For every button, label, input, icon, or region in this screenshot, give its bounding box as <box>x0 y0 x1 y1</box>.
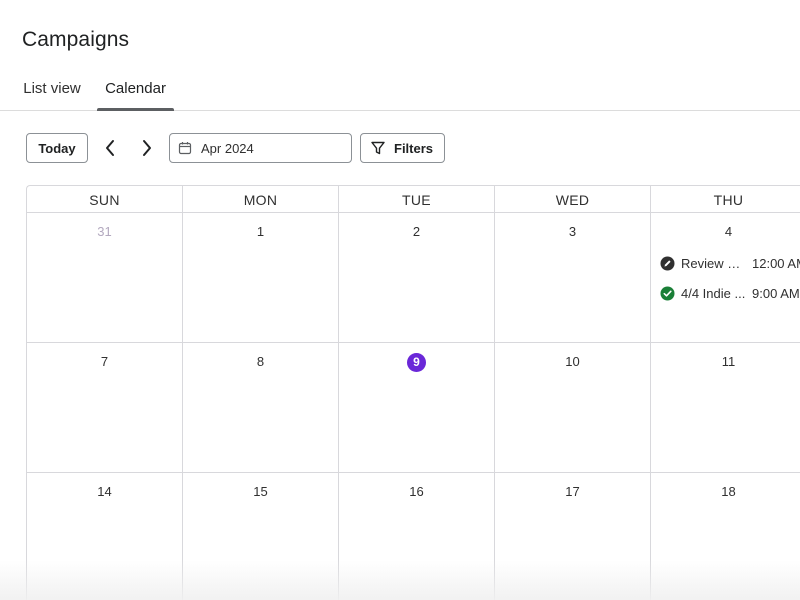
event-title: Review R... <box>681 255 747 271</box>
event-title: 4/4 Indie ... <box>681 285 746 301</box>
event-time: 12:00 AM <box>752 255 800 271</box>
today-indicator: 9 <box>407 353 426 372</box>
month-calendar-grid: SUN MON TUE WED THU 31 1 2 3 4 Review R.… <box>26 185 800 600</box>
day-number: 3 <box>568 224 577 239</box>
month-picker-field[interactable]: Apr 2024 <box>169 133 352 163</box>
day-number: 15 <box>253 484 268 499</box>
day-number: 17 <box>565 484 580 499</box>
chevron-left-icon <box>106 140 114 156</box>
calendar-day-cell[interactable]: 8 <box>183 343 339 472</box>
calendar-icon <box>178 141 192 155</box>
day-number-wrapper: 9 <box>339 352 494 372</box>
day-number: 1 <box>256 224 265 239</box>
calendar-day-cell-today[interactable]: 9 <box>339 343 495 472</box>
pencil-icon <box>660 256 675 271</box>
weekday-header: THU <box>651 186 800 213</box>
calendar-day-cell[interactable]: 10 <box>495 343 651 472</box>
calendar-day-cell[interactable]: 16 <box>339 473 495 600</box>
filter-icon <box>370 140 386 156</box>
calendar-day-cell[interactable]: 18 <box>651 473 800 600</box>
view-tabs: List view Calendar <box>0 66 800 111</box>
weekday-header: TUE <box>339 186 495 213</box>
weekday-header: SUN <box>27 186 183 213</box>
day-number: 4 <box>724 224 733 239</box>
calendar-day-cell[interactable]: 4 Review R... 12:00 AM <box>651 213 800 342</box>
calendar-day-cell[interactable]: 1 <box>183 213 339 342</box>
event-time: 9:00 AM <box>752 285 800 301</box>
day-number: 16 <box>409 484 424 499</box>
calendar-week-row: 31 1 2 3 4 Review R... 12:00 AM <box>27 213 800 343</box>
day-number: 7 <box>100 354 109 369</box>
next-month-button[interactable] <box>135 136 159 160</box>
day-number: 11 <box>721 354 736 369</box>
weekday-header: WED <box>495 186 651 213</box>
filters-button[interactable]: Filters <box>360 133 445 163</box>
calendar-week-row: 14 15 16 17 18 <box>27 473 800 600</box>
page-title: Campaigns <box>22 28 130 51</box>
day-number: 31 <box>97 224 112 239</box>
today-button[interactable]: Today <box>26 133 88 163</box>
calendar-day-cell[interactable]: 14 <box>27 473 183 600</box>
campaign-event-draft[interactable]: Review R... 12:00 AM <box>660 254 800 272</box>
calendar-day-cell[interactable]: 2 <box>339 213 495 342</box>
calendar-day-cell[interactable]: 3 <box>495 213 651 342</box>
day-number: 14 <box>97 484 112 499</box>
calendar-toolbar: Today Apr 2024 Filters <box>0 133 800 163</box>
calendar-day-cell[interactable]: 31 <box>27 213 183 342</box>
day-number: 18 <box>721 484 736 499</box>
calendar-day-cell[interactable]: 15 <box>183 473 339 600</box>
check-circle-icon <box>660 286 675 301</box>
weekday-header-row: SUN MON TUE WED THU <box>27 186 800 213</box>
calendar-day-cell[interactable]: 7 <box>27 343 183 472</box>
previous-month-button[interactable] <box>98 136 122 160</box>
calendar-day-cell[interactable]: 17 <box>495 473 651 600</box>
chevron-right-icon <box>143 140 151 156</box>
weekday-header: MON <box>183 186 339 213</box>
calendar-week-row: 7 8 9 10 11 <box>27 343 800 473</box>
calendar-day-cell[interactable]: 11 <box>651 343 800 472</box>
campaign-event-sent[interactable]: 4/4 Indie ... 9:00 AM <box>660 284 800 302</box>
tab-list-view[interactable]: List view <box>10 66 94 110</box>
tab-calendar[interactable]: Calendar <box>97 66 174 111</box>
month-picker-value: Apr 2024 <box>201 140 254 156</box>
day-number: 8 <box>256 354 265 369</box>
day-number: 10 <box>565 354 580 369</box>
day-number: 2 <box>412 224 421 239</box>
filters-label: Filters <box>394 140 434 156</box>
